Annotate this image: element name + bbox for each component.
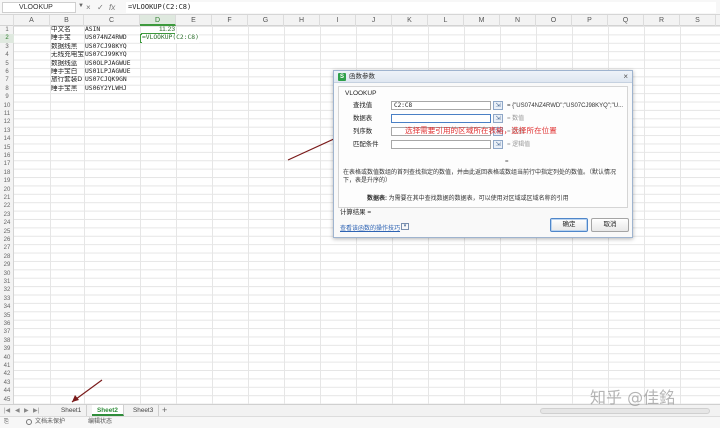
- document-icon[interactable]: ⎘: [4, 417, 9, 428]
- first-sheet-icon[interactable]: |◀: [4, 406, 10, 416]
- parameter-description: 为需要在其中查找数据的数据表，可以使用对区域或区域名称的引用: [388, 196, 569, 202]
- next-sheet-icon[interactable]: ▶: [24, 406, 29, 416]
- function-name: VLOOKUP: [345, 90, 377, 97]
- arrow-head-sheet-tab: [72, 395, 79, 402]
- function-description: 在表格或数值数组的首列查找指定的数值，并由此返回表格或数组当前行中指定列处的数值…: [343, 170, 617, 184]
- sheet-tab-sheet1[interactable]: Sheet1: [56, 405, 88, 416]
- ok-button[interactable]: 确定: [550, 218, 588, 232]
- dropdown-icon[interactable]: ▾: [401, 223, 409, 230]
- arg-label: 列序数: [353, 128, 373, 135]
- range-select-icon[interactable]: ⇲: [493, 140, 503, 149]
- arg-row-table-array: 数据表 ⇲ = 数值: [339, 114, 627, 124]
- dialog-titlebar[interactable]: S 函数参数 ×: [334, 71, 632, 83]
- horizontal-scrollbar[interactable]: [540, 408, 710, 414]
- parameter-help: 数据表: 为需要在其中查找数据的数据表，可以使用对区域或区域名称的引用: [367, 195, 625, 203]
- dialog-title: 函数参数: [349, 73, 375, 80]
- close-icon[interactable]: ×: [623, 71, 628, 83]
- add-sheet-button[interactable]: +: [162, 405, 167, 416]
- help-link[interactable]: 查看该函数的操作技巧: [340, 223, 400, 232]
- result-equals: =: [505, 159, 509, 165]
- calc-result: 计算结果 =: [340, 209, 372, 216]
- cancel-button[interactable]: 取消: [591, 218, 629, 232]
- sheet-tab-sheet2[interactable]: Sheet2: [92, 405, 124, 416]
- arg-result: = 数值: [507, 116, 525, 122]
- arg-label: 查找值: [353, 102, 373, 109]
- range-select-icon[interactable]: ⇲: [493, 114, 503, 123]
- dialog-body: VLOOKUP 查找值 C2:C8 ⇲ = {"US074NZ4RWD";"US…: [338, 86, 628, 208]
- arg-result: = {"US074NZ4RWD";"US07CJ98KYQ";"U...: [507, 103, 624, 109]
- range-select-icon[interactable]: ⇲: [493, 101, 503, 110]
- arg-input-lookup-value[interactable]: C2:C8: [391, 101, 491, 110]
- sheet-tab-sheet3[interactable]: Sheet3: [128, 405, 160, 416]
- protect-icon: [26, 419, 32, 425]
- red-annotation-text: 选择需要引用的区域所在表格，选择所在位置: [405, 126, 557, 135]
- status-bar: ⎘ 文档未保护 编辑状态: [0, 416, 720, 428]
- prev-sheet-icon[interactable]: ◀: [15, 406, 20, 416]
- arg-label: 匹配条件: [353, 141, 379, 148]
- arg-label: 数据表: [353, 115, 373, 122]
- edit-mode-status: 编辑状态: [88, 419, 113, 425]
- function-arguments-dialog[interactable]: S 函数参数 × VLOOKUP 查找值 C2:C8 ⇲ = {"US074NZ…: [333, 70, 633, 238]
- arg-result: = 逻辑值: [507, 142, 531, 148]
- arg-row-range-lookup: 匹配条件 ⇲ = 逻辑值: [339, 140, 627, 150]
- last-sheet-icon[interactable]: ▶|: [33, 406, 39, 416]
- arg-input-table-array[interactable]: [391, 114, 491, 123]
- watermark: 知乎 @佳銘: [590, 388, 676, 407]
- arg-input-range-lookup[interactable]: [391, 140, 491, 149]
- arg-row-lookup-value: 查找值 C2:C8 ⇲ = {"US074NZ4RWD";"US07CJ98KY…: [339, 101, 627, 111]
- app-logo-icon: S: [338, 73, 346, 81]
- protect-status[interactable]: 文档未保护: [35, 417, 65, 428]
- parameter-name: 数据表:: [367, 196, 387, 202]
